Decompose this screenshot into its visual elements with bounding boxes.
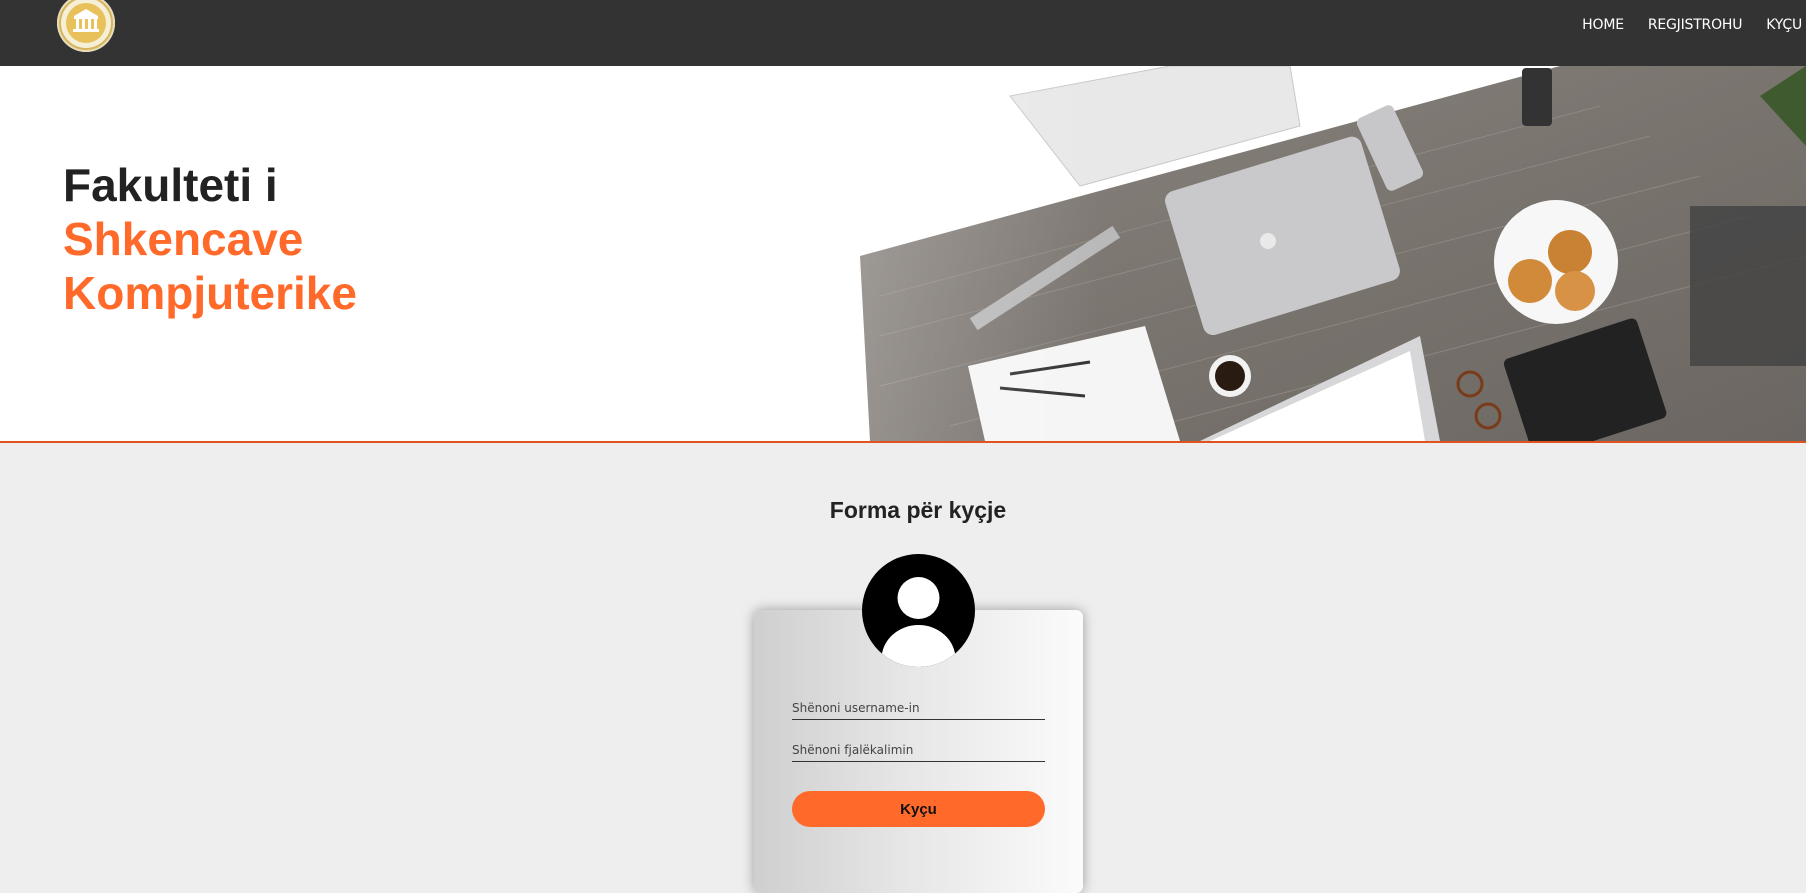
nav-home-link[interactable]: HOME: [1582, 17, 1624, 33]
nav-login-link[interactable]: KYÇU: [1766, 17, 1802, 33]
top-navbar: HOME REGJISTROHU KYÇU: [0, 0, 1806, 66]
hero-title-line-1: Fakulteti i: [63, 159, 278, 211]
nav-register-link[interactable]: REGJISTROHU: [1648, 17, 1743, 33]
university-logo[interactable]: [57, 0, 115, 52]
nav-links: HOME REGJISTROHU KYÇU: [1558, 17, 1806, 33]
password-input[interactable]: [792, 739, 1045, 762]
user-avatar-icon: [862, 554, 975, 667]
login-submit-button[interactable]: Kyçu: [792, 791, 1045, 827]
login-form-heading: Forma për kyçje: [829, 497, 1007, 523]
hero-banner: Fakulteti i Shkencave Kompjuterike: [0, 66, 1806, 443]
username-input[interactable]: [792, 697, 1045, 720]
hero-title-line-3: Kompjuterike: [63, 267, 357, 319]
hero-title: Fakulteti i Shkencave Kompjuterike: [63, 158, 357, 320]
hero-title-line-2: Shkencave: [63, 213, 304, 265]
seal-icon: [59, 0, 113, 50]
